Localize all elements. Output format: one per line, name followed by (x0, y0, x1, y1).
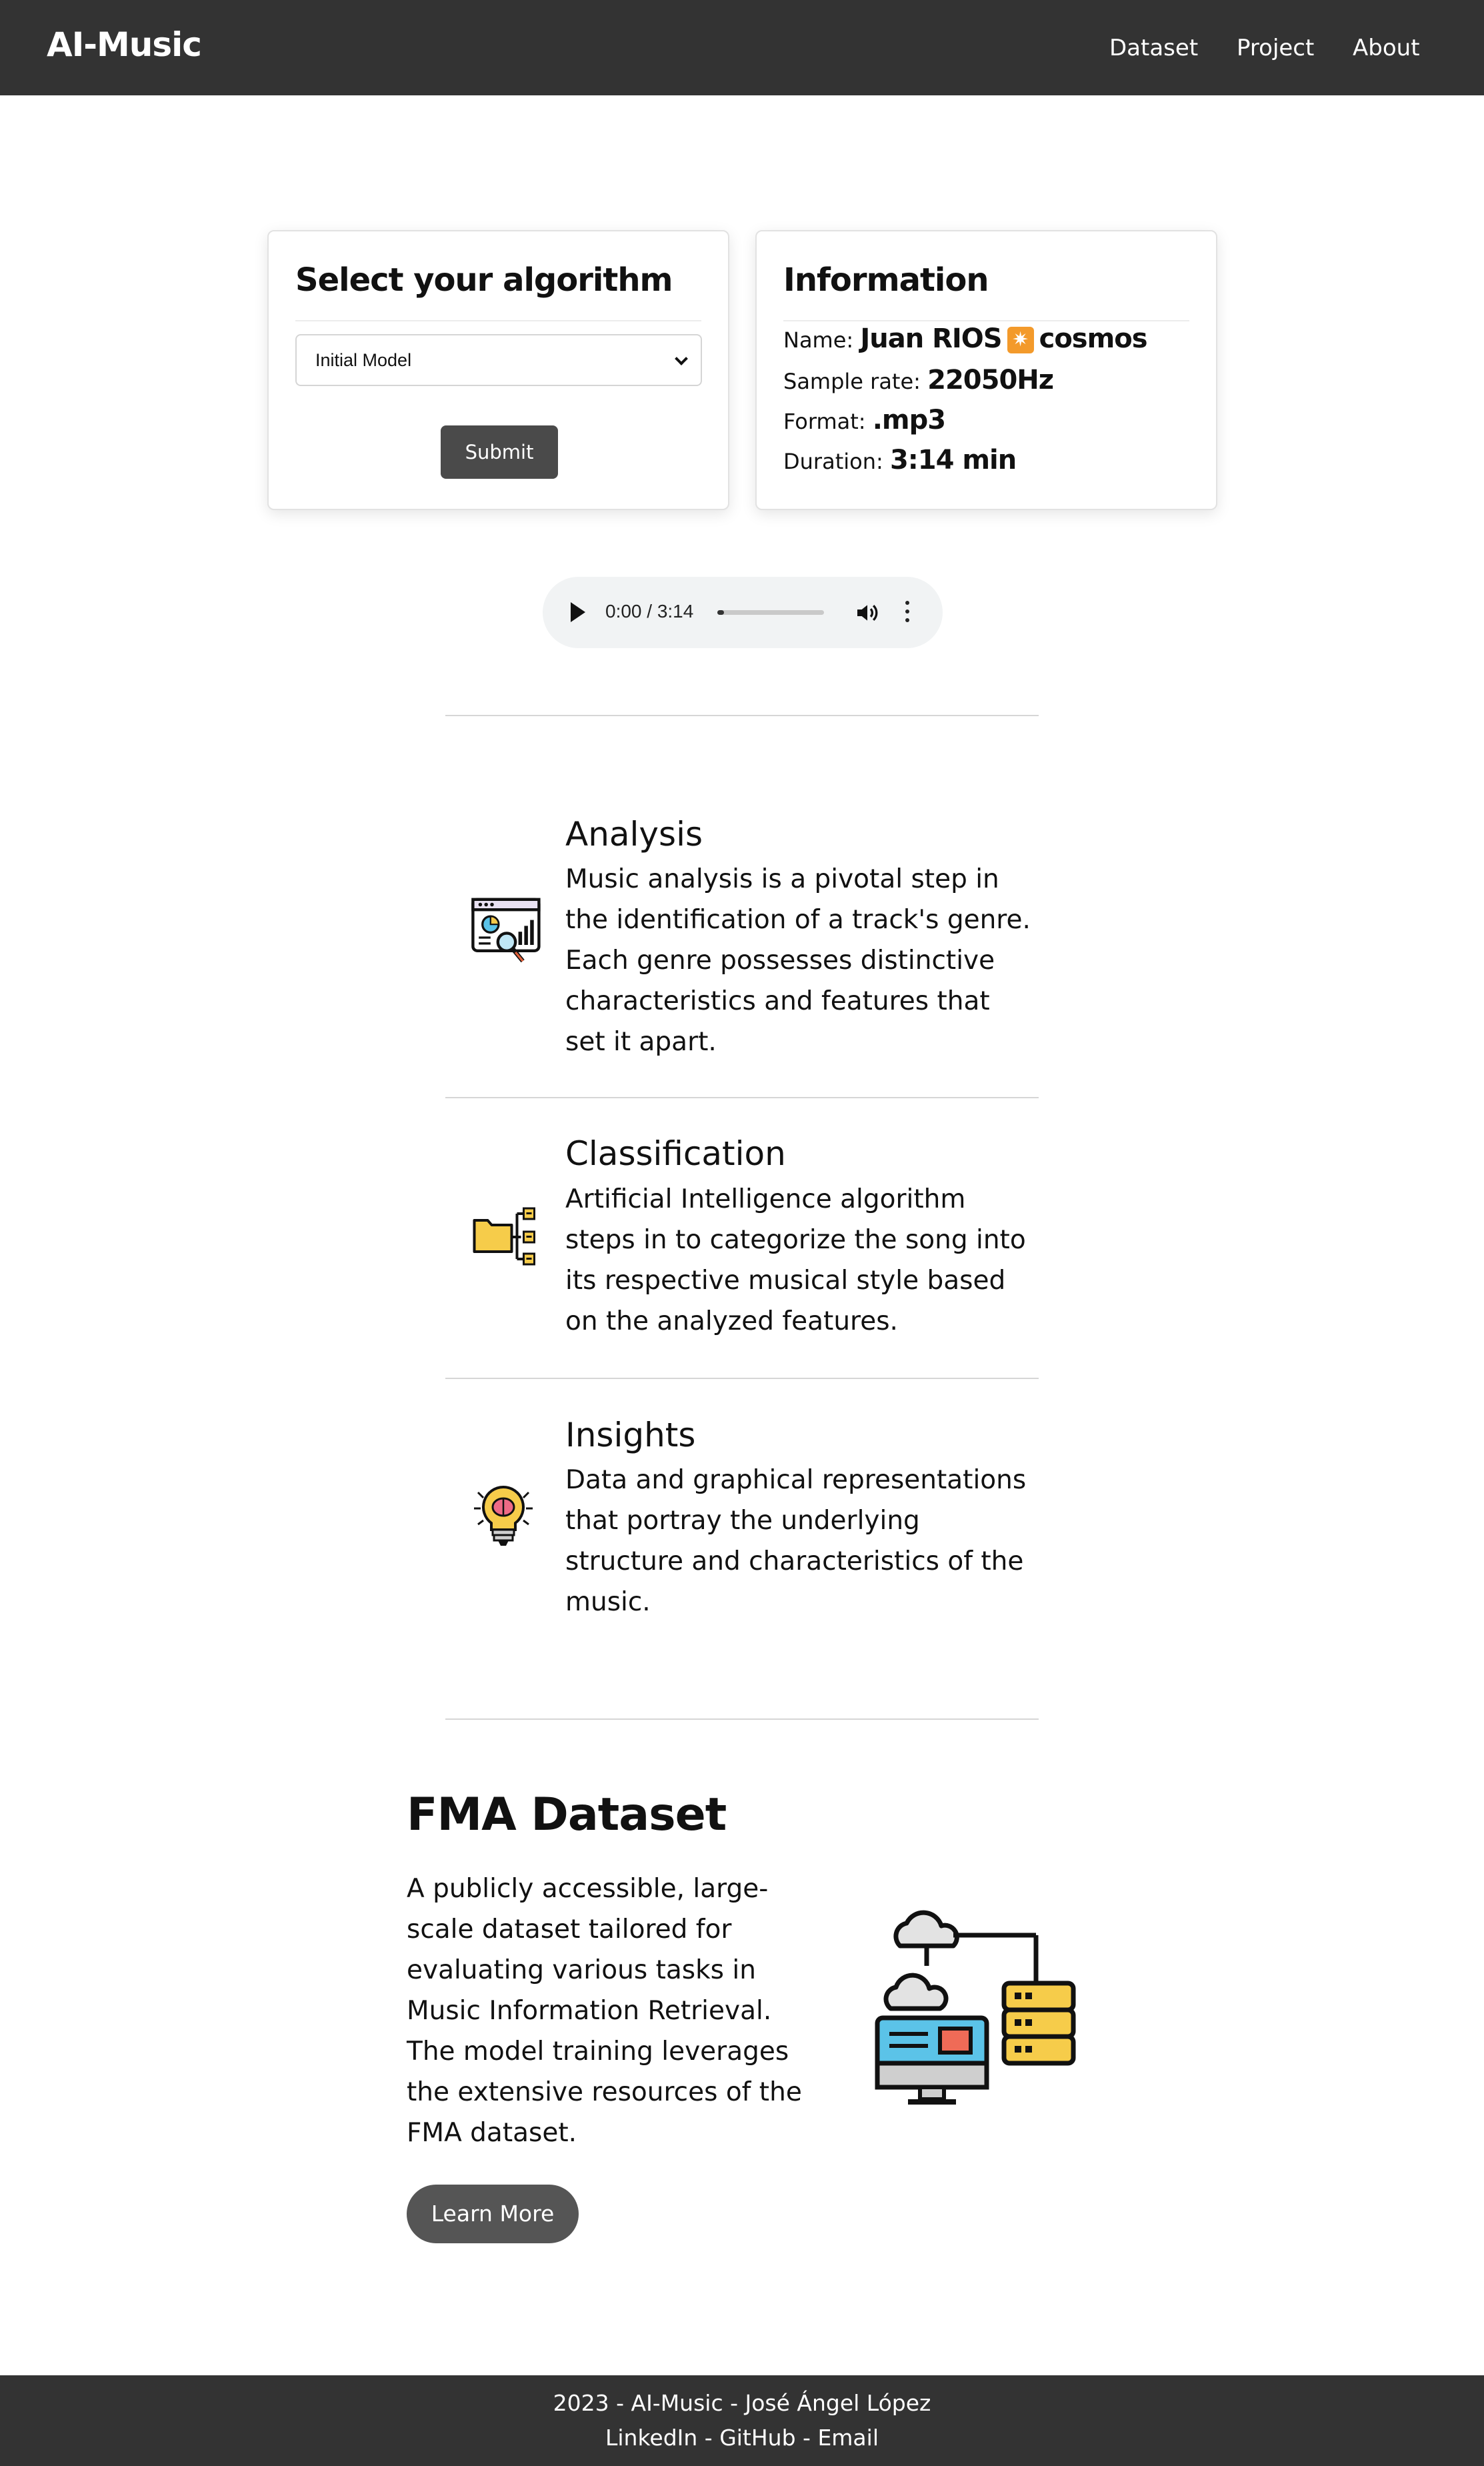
audio-player: 0:00 / 3:14 (543, 577, 943, 648)
feature-title-classification: Classification (565, 1134, 786, 1173)
divider (445, 1718, 1039, 1720)
duration-value: 3:14 min (889, 445, 1017, 475)
footer-separator: - (697, 2425, 720, 2451)
learn-more-button[interactable]: Learn More (407, 2185, 579, 2243)
footer-link-email[interactable]: Email (817, 2425, 879, 2451)
brand-logo[interactable]: AI-Music (47, 25, 202, 64)
algorithm-select-value: Initial Model (315, 350, 412, 370)
divider (445, 1097, 1039, 1098)
footer-separator: - (795, 2425, 818, 2451)
info-row-name: Name: Juan RIOS ✷ cosmos (783, 323, 1148, 354)
cloud-server-computer-icon (875, 1910, 1076, 2105)
audio-seek-bar[interactable] (717, 610, 824, 615)
info-row-sample-rate: Sample rate: 22050Hz (783, 365, 1054, 395)
sample-rate-label: Sample rate: (783, 369, 921, 394)
dataset-title: FMA Dataset (407, 1788, 727, 1841)
audio-time: 0:00 / 3:14 (605, 601, 694, 622)
folder-hierarchy-icon (473, 1207, 535, 1266)
feature-title-insights: Insights (565, 1416, 696, 1454)
lightbulb-brain-icon (474, 1485, 533, 1546)
sample-rate-value: 22050Hz (927, 365, 1054, 395)
navbar: AI-Music Dataset Project About (0, 0, 1484, 95)
name-suffix: cosmos (1039, 323, 1148, 354)
algorithm-card: Select your algorithm Initial Model Subm… (267, 230, 729, 510)
feature-description-classification: Artificial Intelligence algorithm steps … (565, 1184, 1026, 1336)
feature-description-analysis: Music analysis is a pivotal step in the … (565, 864, 1031, 1057)
nav-link-about[interactable]: About (1353, 35, 1420, 61)
format-label: Format: (783, 409, 866, 434)
more-options-icon[interactable] (905, 601, 909, 625)
duration-label: Duration: (783, 449, 883, 474)
feature-title-analysis: Analysis (565, 815, 703, 854)
play-icon[interactable] (571, 602, 585, 622)
chevron-down-icon (675, 352, 688, 365)
information-card-title: Information (783, 261, 989, 299)
divider (783, 320, 1189, 321)
analysis-dashboard-icon (471, 898, 541, 963)
information-card: Information Name: Juan RIOS ✷ cosmos Sampl… (755, 230, 1217, 510)
nav-link-dataset[interactable]: Dataset (1109, 35, 1198, 61)
divider (445, 1378, 1039, 1379)
feature-description-insights: Data and graphical representations that … (565, 1465, 1027, 1617)
sparkle-emoji-icon: ✷ (1007, 327, 1034, 353)
name-value: Juan RIOS (860, 323, 1002, 354)
footer-link-github[interactable]: GitHub (719, 2425, 795, 2451)
nav-link-project[interactable]: Project (1237, 35, 1314, 61)
algorithm-card-title: Select your algorithm (295, 261, 673, 299)
divider (295, 320, 701, 321)
dataset-description: A publicly accessible, large-scale datas… (407, 1874, 802, 2148)
footer-credit: 2023 - AI-Music - José Ángel López (553, 2390, 931, 2416)
name-label: Name: (783, 327, 854, 353)
divider (445, 715, 1039, 716)
footer-links: LinkedIn - GitHub - Email (0, 2425, 1484, 2451)
audio-seek-progress (717, 610, 724, 615)
footer: 2023 - AI-Music - José Ángel López Linke… (0, 2375, 1484, 2466)
format-value: .mp3 (872, 405, 946, 435)
volume-icon[interactable] (854, 599, 881, 626)
footer-link-linkedin[interactable]: LinkedIn (605, 2425, 697, 2451)
info-row-duration: Duration: 3:14 min (783, 445, 1017, 475)
submit-button[interactable]: Submit (441, 425, 558, 479)
info-row-format: Format: .mp3 (783, 405, 946, 435)
algorithm-select[interactable]: Initial Model (295, 334, 702, 386)
